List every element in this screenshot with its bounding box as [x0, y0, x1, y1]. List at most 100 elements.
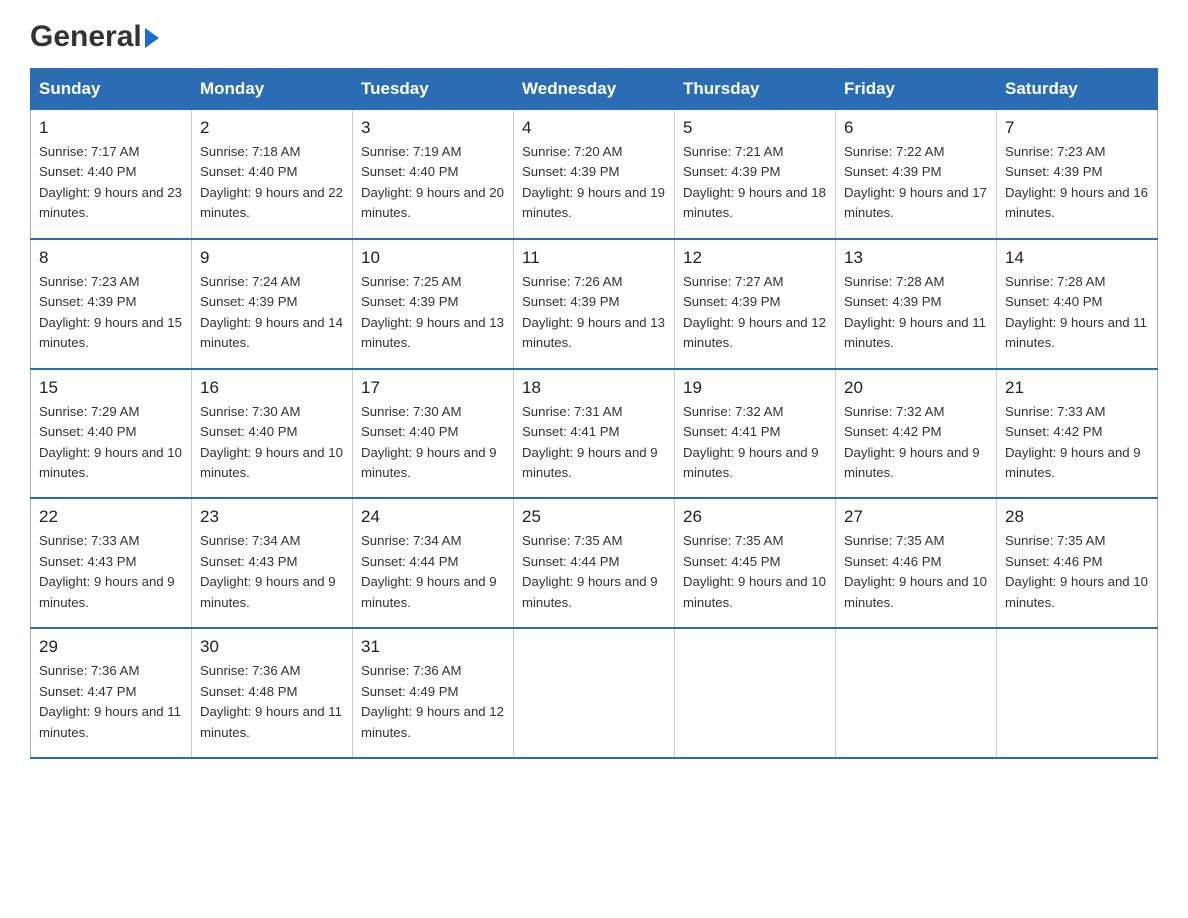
day-number: 2 [200, 118, 344, 138]
calendar-cell [675, 628, 836, 758]
day-number: 17 [361, 378, 505, 398]
logo: General [30, 20, 159, 48]
calendar-cell: 14 Sunrise: 7:28 AMSunset: 4:40 PMDayligh… [997, 239, 1158, 369]
calendar-cell: 13 Sunrise: 7:28 AMSunset: 4:39 PMDayligh… [836, 239, 997, 369]
day-info: Sunrise: 7:36 AMSunset: 4:49 PMDaylight:… [361, 663, 504, 739]
header-tuesday: Tuesday [353, 69, 514, 110]
day-info: Sunrise: 7:30 AMSunset: 4:40 PMDaylight:… [361, 404, 497, 480]
day-info: Sunrise: 7:35 AMSunset: 4:44 PMDaylight:… [522, 533, 658, 609]
calendar-cell: 10 Sunrise: 7:25 AMSunset: 4:39 PMDayligh… [353, 239, 514, 369]
calendar-cell: 28Sunrise: 7:35 AMSunset: 4:46 PMDayligh… [997, 498, 1158, 628]
day-info: Sunrise: 7:35 AMSunset: 4:46 PMDaylight:… [1005, 533, 1148, 609]
day-info: Sunrise: 7:31 AMSunset: 4:41 PMDaylight:… [522, 404, 658, 480]
day-number: 26 [683, 507, 827, 527]
day-number: 21 [1005, 378, 1149, 398]
header-sunday: Sunday [31, 69, 192, 110]
day-info: Sunrise: 7:33 AMSunset: 4:43 PMDaylight:… [39, 533, 175, 609]
day-number: 6 [844, 118, 988, 138]
day-info: Sunrise: 7:25 AMSunset: 4:39 PMDaylight:… [361, 274, 504, 350]
day-info: Sunrise: 7:27 AMSunset: 4:39 PMDaylight:… [683, 274, 826, 350]
day-number: 22 [39, 507, 183, 527]
week-row-1: 1 Sunrise: 7:17 AMSunset: 4:40 PMDaylight… [31, 110, 1158, 239]
calendar-cell: 15Sunrise: 7:29 AMSunset: 4:40 PMDayligh… [31, 369, 192, 499]
week-row-4: 22 Sunrise: 7:33 AMSunset: 4:43 PMDayligh… [31, 498, 1158, 628]
day-number: 15 [39, 378, 183, 398]
calendar-header-row: SundayMondayTuesdayWednesdayThursdayFrid… [31, 69, 1158, 110]
day-info: Sunrise: 7:19 AMSunset: 4:40 PMDaylight:… [361, 144, 504, 220]
calendar-cell: 8 Sunrise: 7:23 AMSunset: 4:39 PMDaylight… [31, 239, 192, 369]
day-number: 10 [361, 248, 505, 268]
week-row-2: 8 Sunrise: 7:23 AMSunset: 4:39 PMDaylight… [31, 239, 1158, 369]
calendar-cell: 1 Sunrise: 7:17 AMSunset: 4:40 PMDaylight… [31, 110, 192, 239]
calendar-cell: 31 Sunrise: 7:36 AMSunset: 4:49 PMDayligh… [353, 628, 514, 758]
day-number: 13 [844, 248, 988, 268]
day-number: 7 [1005, 118, 1149, 138]
day-info: Sunrise: 7:35 AMSunset: 4:45 PMDaylight:… [683, 533, 826, 609]
day-info: Sunrise: 7:34 AMSunset: 4:43 PMDaylight:… [200, 533, 336, 609]
day-number: 1 [39, 118, 183, 138]
page-header: General [30, 20, 1158, 48]
day-number: 14 [1005, 248, 1149, 268]
day-number: 31 [361, 637, 505, 657]
calendar-cell [514, 628, 675, 758]
day-number: 19 [683, 378, 827, 398]
header-wednesday: Wednesday [514, 69, 675, 110]
day-info: Sunrise: 7:24 AMSunset: 4:39 PMDaylight:… [200, 274, 343, 350]
calendar-cell: 9 Sunrise: 7:24 AMSunset: 4:39 PMDaylight… [192, 239, 353, 369]
calendar-cell: 20 Sunrise: 7:32 AMSunset: 4:42 PMDayligh… [836, 369, 997, 499]
day-info: Sunrise: 7:28 AMSunset: 4:39 PMDaylight:… [844, 274, 986, 350]
calendar-cell: 12Sunrise: 7:27 AMSunset: 4:39 PMDayligh… [675, 239, 836, 369]
calendar-cell: 21 Sunrise: 7:33 AMSunset: 4:42 PMDayligh… [997, 369, 1158, 499]
calendar-cell: 7 Sunrise: 7:23 AMSunset: 4:39 PMDaylight… [997, 110, 1158, 239]
day-number: 16 [200, 378, 344, 398]
calendar-cell [836, 628, 997, 758]
day-number: 24 [361, 507, 505, 527]
day-info: Sunrise: 7:18 AMSunset: 4:40 PMDaylight:… [200, 144, 343, 220]
day-number: 11 [522, 248, 666, 268]
day-info: Sunrise: 7:30 AMSunset: 4:40 PMDaylight:… [200, 404, 343, 480]
day-number: 20 [844, 378, 988, 398]
calendar-cell: 17 Sunrise: 7:30 AMSunset: 4:40 PMDayligh… [353, 369, 514, 499]
day-info: Sunrise: 7:34 AMSunset: 4:44 PMDaylight:… [361, 533, 497, 609]
calendar-cell: 4 Sunrise: 7:20 AMSunset: 4:39 PMDaylight… [514, 110, 675, 239]
day-number: 9 [200, 248, 344, 268]
day-info: Sunrise: 7:26 AMSunset: 4:39 PMDaylight:… [522, 274, 665, 350]
calendar-cell: 29Sunrise: 7:36 AMSunset: 4:47 PMDayligh… [31, 628, 192, 758]
day-info: Sunrise: 7:32 AMSunset: 4:42 PMDaylight:… [844, 404, 980, 480]
logo-general: General [30, 20, 142, 54]
logo-triangle-icon [145, 28, 159, 48]
day-info: Sunrise: 7:23 AMSunset: 4:39 PMDaylight:… [39, 274, 182, 350]
day-info: Sunrise: 7:17 AMSunset: 4:40 PMDaylight:… [39, 144, 182, 220]
calendar-cell: 2 Sunrise: 7:18 AMSunset: 4:40 PMDaylight… [192, 110, 353, 239]
day-info: Sunrise: 7:28 AMSunset: 4:40 PMDaylight:… [1005, 274, 1147, 350]
calendar-cell: 27Sunrise: 7:35 AMSunset: 4:46 PMDayligh… [836, 498, 997, 628]
day-info: Sunrise: 7:36 AMSunset: 4:48 PMDaylight:… [200, 663, 342, 739]
week-row-5: 29Sunrise: 7:36 AMSunset: 4:47 PMDayligh… [31, 628, 1158, 758]
calendar-cell: 25Sunrise: 7:35 AMSunset: 4:44 PMDayligh… [514, 498, 675, 628]
day-number: 27 [844, 507, 988, 527]
calendar-cell: 11 Sunrise: 7:26 AMSunset: 4:39 PMDayligh… [514, 239, 675, 369]
header-friday: Friday [836, 69, 997, 110]
calendar-cell: 3Sunrise: 7:19 AMSunset: 4:40 PMDaylight… [353, 110, 514, 239]
day-info: Sunrise: 7:21 AMSunset: 4:39 PMDaylight:… [683, 144, 826, 220]
day-info: Sunrise: 7:33 AMSunset: 4:42 PMDaylight:… [1005, 404, 1141, 480]
calendar-cell [997, 628, 1158, 758]
calendar-table: SundayMondayTuesdayWednesdayThursdayFrid… [30, 68, 1158, 759]
day-number: 29 [39, 637, 183, 657]
day-number: 18 [522, 378, 666, 398]
day-number: 30 [200, 637, 344, 657]
calendar-cell: 26 Sunrise: 7:35 AMSunset: 4:45 PMDayligh… [675, 498, 836, 628]
calendar-cell: 16 Sunrise: 7:30 AMSunset: 4:40 PMDayligh… [192, 369, 353, 499]
week-row-3: 15Sunrise: 7:29 AMSunset: 4:40 PMDayligh… [31, 369, 1158, 499]
header-monday: Monday [192, 69, 353, 110]
day-info: Sunrise: 7:20 AMSunset: 4:39 PMDaylight:… [522, 144, 665, 220]
day-number: 5 [683, 118, 827, 138]
calendar-cell: 22 Sunrise: 7:33 AMSunset: 4:43 PMDayligh… [31, 498, 192, 628]
day-info: Sunrise: 7:32 AMSunset: 4:41 PMDaylight:… [683, 404, 819, 480]
day-info: Sunrise: 7:23 AMSunset: 4:39 PMDaylight:… [1005, 144, 1148, 220]
day-number: 4 [522, 118, 666, 138]
calendar-cell: 6Sunrise: 7:22 AMSunset: 4:39 PMDaylight… [836, 110, 997, 239]
calendar-cell: 5 Sunrise: 7:21 AMSunset: 4:39 PMDaylight… [675, 110, 836, 239]
calendar-cell: 23Sunrise: 7:34 AMSunset: 4:43 PMDayligh… [192, 498, 353, 628]
day-number: 8 [39, 248, 183, 268]
